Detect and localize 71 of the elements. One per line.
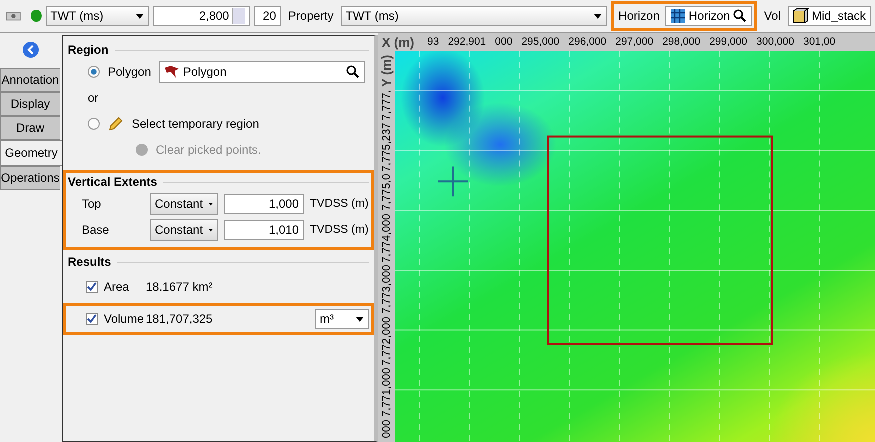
axis-tick-label: 7,777, [380,90,392,120]
axis-tick-label: 93 [428,36,440,48]
domain-dropdown[interactable]: TWT (ms) [46,6,150,26]
property-label: Property [287,9,335,23]
mode-dropdown[interactable]: Constant [150,193,218,215]
axis-label: Y (m) [379,55,394,88]
extent-label: Top [82,197,102,211]
unit-label: TVDSS (m) [310,224,369,236]
vol-label: Vol [763,9,782,23]
section-title: Results [68,255,112,269]
axis-tick-label: 7,773,000 [380,265,392,314]
axis-tick-label: 000 [495,36,513,48]
clear-button-icon [136,144,148,156]
unit-label: TVDSS (m) [310,198,369,210]
volume-field[interactable]: Mid_stack [788,6,871,26]
caret-icon [136,14,144,18]
axis-tick-label: 300,000 [756,36,794,48]
axis-label: X (m) [382,34,414,50]
horizon-label: Horizon [618,9,661,23]
result-value: 181,707,325 [146,312,213,326]
axis-tick-label: 7,772,000 [380,316,392,366]
result-label: Area [104,280,130,294]
axis-tick-label: 7,775,0 [380,174,392,212]
axis-tick-label: 299,000 [710,36,748,48]
radio-button[interactable] [88,66,100,78]
axis-tick-label: 292,901 [448,36,486,48]
caret-icon [209,228,213,232]
cube-icon [792,8,809,24]
grid-icon [670,8,686,24]
value-spinner[interactable]: 2,800 [153,6,250,26]
extent-label: Base [82,223,110,237]
property-dropdown[interactable]: TWT (ms) [340,6,607,26]
checkbox[interactable] [86,313,98,325]
axis-tick-label: 297,000 [616,36,654,48]
checkbox[interactable] [86,281,98,293]
polygon-label: Polygon [108,65,152,79]
depth-field[interactable]: 1,000 [224,194,304,214]
mode-dropdown[interactable]: Constant [150,219,218,241]
axis-tick-label: 296,000 [568,36,607,48]
radio-button[interactable] [88,118,100,130]
caret-icon [356,316,364,322]
camera-icon[interactable] [6,10,22,22]
axis-tick-label: 295,000 [522,36,560,48]
result-value: 18.1677 km² [146,280,213,294]
temporary-region-label[interactable]: Select temporary region [132,117,260,131]
side-tab[interactable]: Display [0,92,60,116]
axis-tick-label: 7,774,000 [380,214,392,263]
section-title: Vertical Extents [68,175,158,189]
polygon-icon [164,65,180,79]
step-field[interactable]: 20 [254,6,282,26]
polygon-field[interactable]: Polygon [159,61,365,83]
unit-dropdown[interactable]: m³ [315,309,369,329]
axis-tick-label: 301,00 [804,36,836,48]
side-tab[interactable]: Operations [0,166,60,190]
side-tab[interactable]: Annotation [0,68,60,92]
axis-tick-label: 7,771,000 [380,368,392,418]
or-label: or [88,91,99,105]
caret-icon [209,202,213,206]
section-title: Region [68,43,109,57]
axis-tick-label: 000 [380,420,392,438]
crosshair-icon [437,166,469,198]
axis-tick-label: 298,000 [662,36,701,48]
search-icon[interactable] [346,65,360,79]
side-tab[interactable]: Draw [0,116,60,140]
side-tab[interactable]: Geometry [0,140,62,166]
depth-field[interactable]: 1,010 [224,220,304,240]
caret-icon [594,14,602,18]
horizon-field[interactable]: Horizon [664,6,752,26]
search-icon[interactable] [733,9,748,23]
axis-tick-label: 7,775,237 [380,122,392,172]
pencil-icon [108,116,124,132]
